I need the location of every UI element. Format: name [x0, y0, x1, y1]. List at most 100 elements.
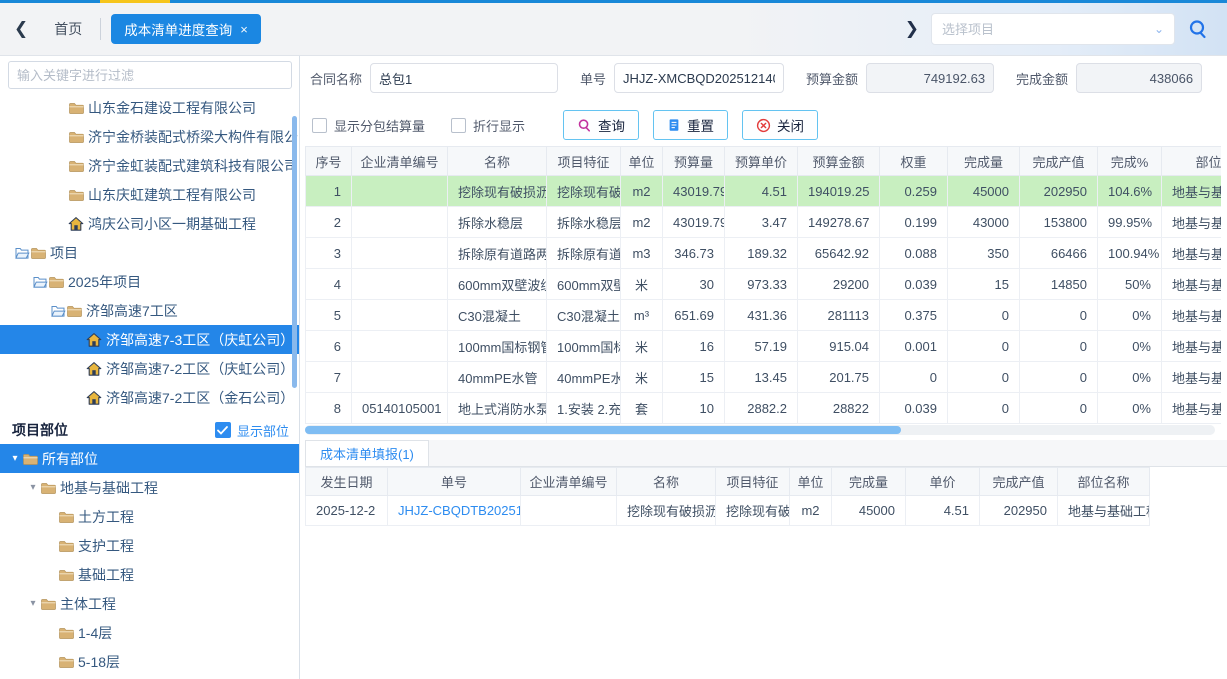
column-header[interactable]: 预算金额 [798, 147, 880, 176]
project-select-input[interactable] [942, 22, 1154, 37]
org-tree-item[interactable]: 鸿庆公司小区一期基础工程 [0, 209, 299, 238]
org-tree-item[interactable]: 济邹高速7-2工区（庆虹公司） [0, 354, 299, 383]
cell: 153800 [1020, 207, 1098, 238]
column-header[interactable]: 完成量 [948, 147, 1020, 176]
column-header[interactable]: 预算量 [663, 147, 725, 176]
table-row[interactable]: 3拆除原有道路两侧拆除原有道路两侧m3346.73189.3265642.920… [306, 238, 1222, 269]
wrap-lines-checkbox[interactable]: 折行显示 [451, 116, 525, 135]
column-header[interactable]: 项目特征 [716, 468, 790, 496]
cell: 3.47 [725, 207, 798, 238]
reset-doc-icon [667, 118, 681, 132]
order-no-link[interactable]: JHJZ-CBQDTB20251214001 [388, 496, 521, 526]
parts-tree-item[interactable]: 土方工程 [0, 502, 299, 531]
parts-tree-item[interactable]: 5-18层 [0, 647, 299, 676]
parts-tree-item[interactable]: ▾ 地基与基础工程 [0, 473, 299, 502]
search-icon [1187, 18, 1209, 40]
column-header[interactable]: 部位名称 [1162, 147, 1222, 176]
tabs-scroll-right-icon[interactable]: ❯ [893, 19, 931, 39]
tab-cost-list-fill[interactable]: 成本清单填报(1) [305, 440, 429, 466]
caret-down-icon[interactable]: ▾ [26, 482, 40, 493]
budget-amount-field[interactable] [866, 63, 994, 93]
parts-tree-item-label: 地基与基础工程 [60, 478, 158, 498]
tree-filter-input[interactable] [8, 61, 292, 89]
column-header[interactable]: 单价 [906, 468, 980, 496]
table-row[interactable]: 2拆除水稳层拆除水稳层m243019.793.47149278.670.1994… [306, 207, 1222, 238]
column-header[interactable]: 完成产值 [1020, 147, 1098, 176]
column-header[interactable]: 序号 [306, 147, 352, 176]
cell: 99.95% [1098, 207, 1162, 238]
column-header[interactable]: 名称 [448, 147, 547, 176]
column-header[interactable]: 完成产值 [980, 468, 1058, 496]
column-header[interactable]: 企业清单编号 [352, 147, 448, 176]
finished-amount-field[interactable] [1076, 63, 1202, 93]
column-header[interactable]: 项目特征 [547, 147, 621, 176]
tab-cost-list-progress[interactable]: 成本清单进度查询 × [111, 14, 261, 44]
cell: 0% [1098, 331, 1162, 362]
cell: 13.45 [725, 362, 798, 393]
tab-close-icon[interactable]: × [240, 22, 248, 37]
column-header[interactable]: 企业清单编号 [521, 468, 617, 496]
table-row[interactable]: 1挖除现有破损沥青路面挖除现有破损沥青路面m243019.794.5119401… [306, 176, 1222, 207]
cell: 地基与基础工程 [1162, 238, 1222, 269]
table-row[interactable]: 740mmPE水管40mmPE水管米1513.45201.750000%地基与基… [306, 362, 1222, 393]
show-subcontract-checkbox[interactable]: 显示分包结算量 [312, 116, 425, 135]
table-row[interactable]: 6100mm国标钢管100mm国标钢管米1657.19915.040.00100… [306, 331, 1222, 362]
project-parts-header: 项目部位 显示部位 [0, 416, 299, 444]
table-row[interactable]: 5C30混凝土C30混凝土m³651.69431.362811130.37500… [306, 300, 1222, 331]
org-tree-item[interactable]: 山东金石建设工程有限公司 [0, 93, 299, 122]
column-header[interactable]: 单位 [790, 468, 832, 496]
project-select[interactable]: ⌄ [931, 13, 1175, 45]
column-header[interactable]: 完成% [1098, 147, 1162, 176]
show-parts-checkbox[interactable]: 显示部位 [215, 421, 289, 440]
folder-icon [48, 274, 64, 290]
org-tree-item[interactable]: 项目 [0, 238, 299, 267]
column-header[interactable]: 单号 [388, 468, 521, 496]
org-tree-item[interactable]: 济邹高速7-3工区（庆虹公司） [0, 325, 299, 354]
table-row[interactable]: 805140105001地上式消防水泵接合器1.安装 2.充水试压套102882… [306, 393, 1222, 424]
cell [352, 331, 448, 362]
column-header[interactable]: 单位 [621, 147, 663, 176]
column-header[interactable]: 部位名称 [1058, 468, 1150, 496]
org-tree-item-label: 2025年项目 [68, 272, 141, 292]
column-header[interactable]: 完成量 [832, 468, 906, 496]
org-tree-item[interactable]: 济邹高速7-2工区（金石公司） [0, 383, 299, 412]
horizontal-scrollbar-thumb[interactable] [305, 426, 901, 434]
org-tree-item[interactable]: 济宁金虹装配式建筑科技有限公司 [0, 151, 299, 180]
tab-home[interactable]: 首页 [42, 19, 100, 39]
column-header[interactable]: 名称 [617, 468, 716, 496]
column-header[interactable]: 发生日期 [306, 468, 388, 496]
cell: 挖除现有破损沥青路面 [547, 176, 621, 207]
column-header[interactable]: 权重 [880, 147, 948, 176]
order-no-field[interactable] [614, 63, 784, 93]
org-tree-item[interactable]: 山东庆虹建筑工程有限公司 [0, 180, 299, 209]
close-button[interactable]: 关闭 [742, 110, 818, 140]
chevron-down-icon[interactable]: ⌄ [1154, 22, 1164, 36]
parts-tree-item[interactable]: 支护工程 [0, 531, 299, 560]
sidebar-scrollbar[interactable] [292, 116, 297, 388]
table-row[interactable]: 2025-12-2JHJZ-CBQDTB20251214001挖除现有破损沥青路… [306, 496, 1150, 526]
org-tree-item[interactable]: 济邹高速7工区 [0, 296, 299, 325]
parts-tree-item-label: 1-4层 [78, 623, 112, 643]
cell: 350 [948, 238, 1020, 269]
parts-tree-item[interactable]: ▾主体工程 [0, 589, 299, 618]
global-search-button[interactable] [1175, 18, 1227, 40]
parts-tree-item[interactable]: 基础工程 [0, 560, 299, 589]
sidebar: 山东金石建设工程有限公司济宁金桥装配式桥梁大构件有限公司济宁金虹装配式建筑科技有… [0, 56, 300, 679]
folder-icon [68, 158, 84, 174]
parts-tree-item[interactable]: 1-4层 [0, 618, 299, 647]
column-header[interactable]: 预算单价 [725, 147, 798, 176]
tabs-scroll-left-icon[interactable]: ❮ [0, 19, 42, 39]
contract-name-field[interactable] [370, 63, 558, 93]
parts-tree-item[interactable]: ▾所有部位 [0, 444, 299, 473]
reset-button[interactable]: 重置 [653, 110, 728, 140]
active-tab-label: 成本清单进度查询 [124, 19, 232, 39]
table-row[interactable]: 4600mm双壁波纹管600mm双壁波纹管米30973.33292000.039… [306, 269, 1222, 300]
caret-down-icon[interactable]: ▾ [26, 598, 40, 609]
org-tree-item[interactable]: 2025年项目 [0, 267, 299, 296]
query-button[interactable]: 查询 [563, 110, 639, 140]
org-tree-item[interactable]: 济宁金桥装配式桥梁大构件有限公司 [0, 122, 299, 151]
cell: 拆除原有道路两侧 [547, 238, 621, 269]
checkbox-label: 显示分包结算量 [334, 116, 425, 135]
house-icon [86, 332, 102, 348]
caret-down-icon[interactable]: ▾ [8, 453, 22, 464]
